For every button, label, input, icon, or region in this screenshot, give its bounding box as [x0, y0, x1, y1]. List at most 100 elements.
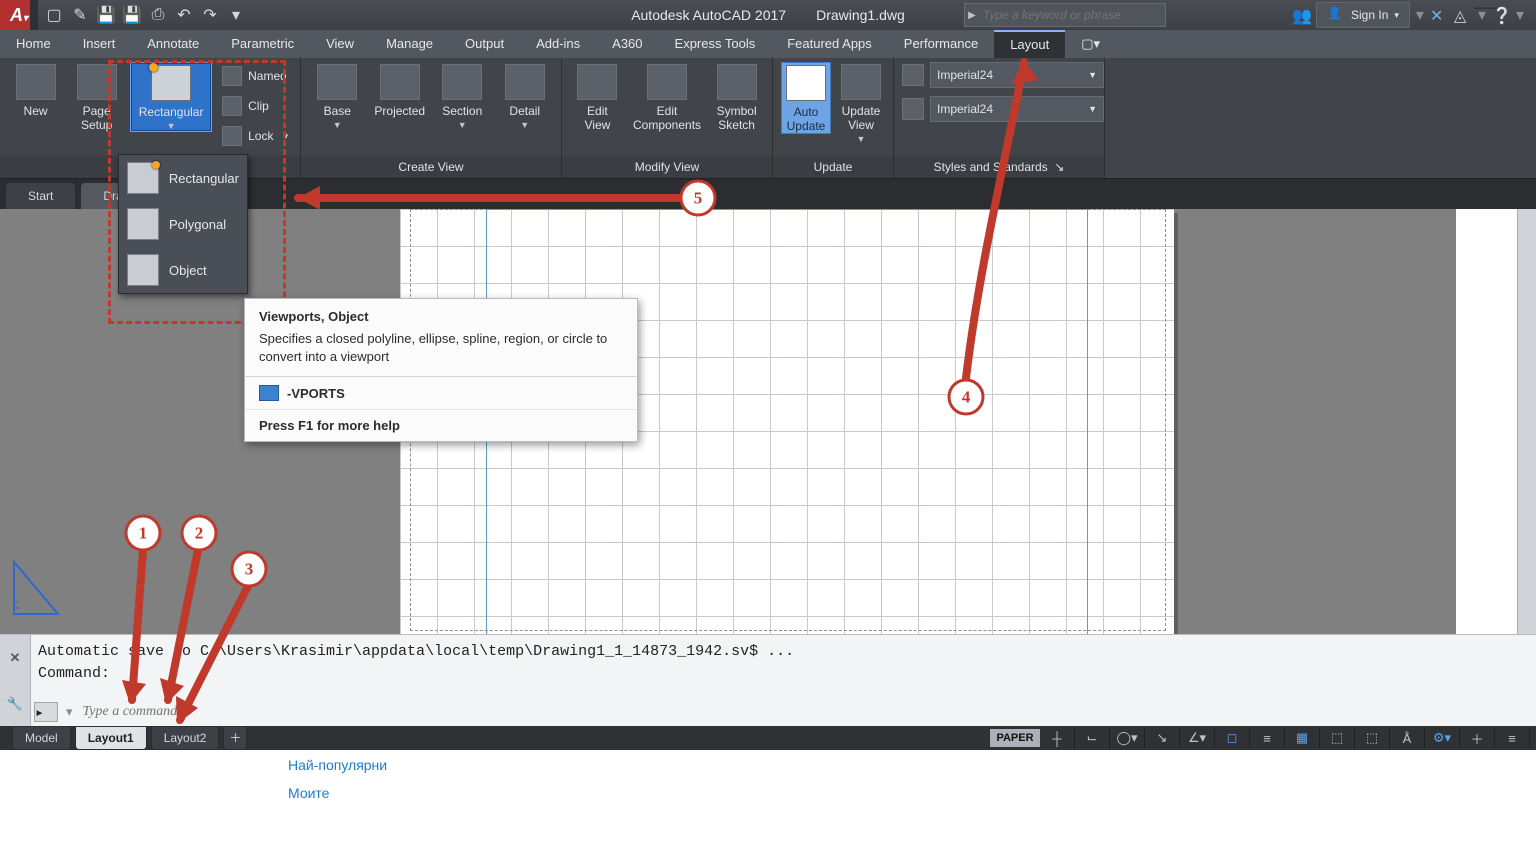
open-icon[interactable]: ✎	[70, 5, 90, 25]
snap-toggle-icon[interactable]: ⌙	[1081, 728, 1110, 748]
viewport-option-label: Rectangular	[169, 171, 239, 186]
detail-view-button[interactable]: Detail▼	[497, 62, 554, 130]
menu-parametric[interactable]: Parametric	[215, 30, 310, 58]
tab-model[interactable]: Model	[12, 727, 71, 750]
page-setup-button[interactable]: Page Setup	[69, 62, 124, 132]
viewport-option-rectangular[interactable]: Rectangular	[119, 155, 247, 201]
undo-icon[interactable]: ↶	[174, 5, 194, 25]
link-popular[interactable]: Най-популярни	[288, 757, 387, 773]
saveas-icon[interactable]: 💾	[122, 5, 142, 25]
help-search[interactable]: ▶	[964, 3, 1166, 27]
ribbon-cycle-icon[interactable]: ▢▾	[1065, 30, 1116, 58]
ucs-icon	[10, 558, 62, 618]
help-search-input[interactable]	[979, 8, 1165, 22]
add-layout-button[interactable]: ＋	[223, 727, 247, 750]
redo-icon[interactable]: ↷	[200, 5, 220, 25]
lineweight-icon[interactable]: ≡	[1256, 728, 1285, 748]
dynamic-input-icon[interactable]: ◯▾	[1116, 728, 1145, 748]
viewport-type-menu: Rectangular Polygonal Object	[118, 154, 248, 294]
cmdwin-handle[interactable]: ✕ 🔧	[0, 635, 31, 727]
menu-view[interactable]: View	[310, 30, 370, 58]
projected-view-button[interactable]: Projected	[372, 62, 429, 118]
new-icon[interactable]: ▢	[44, 5, 64, 25]
command-history: Automatic save to C:\Users\Krasimir\appd…	[38, 641, 1526, 685]
update-view-button[interactable]: Update View▼	[837, 62, 885, 144]
section-style-icon[interactable]	[902, 64, 924, 86]
auto-update-button[interactable]: Auto Update	[781, 62, 831, 134]
base-view-button[interactable]: Base▼	[309, 62, 366, 130]
menu-insert[interactable]: Insert	[67, 30, 132, 58]
menu-a360[interactable]: A360	[596, 30, 658, 58]
search-expand-icon[interactable]: ▶	[965, 10, 979, 21]
menu-annotate[interactable]: Annotate	[131, 30, 215, 58]
command-prompt-icon[interactable]: ▸	[34, 702, 58, 722]
tooltip-command-row: -VPORTS	[245, 376, 637, 409]
osnap-toggle-icon[interactable]: ◻	[1221, 728, 1250, 748]
plot-icon[interactable]: ⎙	[148, 5, 168, 25]
save-icon[interactable]: 💾	[96, 5, 116, 25]
workspace-icon[interactable]: ⚙▾	[1431, 728, 1460, 748]
signin-label: Sign In	[1351, 8, 1388, 22]
menu-home[interactable]: Home	[0, 30, 67, 58]
qat-customize-icon[interactable]: ▾	[226, 5, 246, 25]
vertical-scrollbar[interactable]	[1517, 209, 1536, 634]
detail-style-dropdown[interactable]: Imperial24▼	[930, 96, 1104, 122]
tab-layout1[interactable]: Layout1	[75, 727, 147, 750]
command-input[interactable]	[81, 703, 1526, 721]
customize-status-icon[interactable]: ≡	[1501, 728, 1530, 748]
menu-layout[interactable]: Layout	[994, 30, 1065, 58]
annotation-visibility-icon[interactable]: Å	[1396, 728, 1425, 748]
link-mine[interactable]: Моите	[288, 785, 387, 801]
lock-viewport-button[interactable]: Lock▾	[218, 124, 292, 148]
clip-viewport-button[interactable]: Clip	[218, 94, 292, 118]
ortho-toggle-icon[interactable]: ↘	[1151, 728, 1180, 748]
status-toggles: PAPER ┼ ⌙ ◯▾ ↘ ∠▾ ◻ ≡ ▦ ⬚ ⬚ Å ⚙▾ ＋ ≡	[990, 726, 1530, 750]
user-icon: 👤	[1327, 6, 1345, 24]
menu-bar: HomeInsertAnnotateParametricViewManageOu…	[0, 30, 1536, 58]
viewport-small-stack: Named Clip Lock▾	[218, 62, 292, 148]
selection-cycling-icon[interactable]: ⬚	[1326, 728, 1355, 748]
viewport-option-label: Object	[169, 263, 207, 278]
a360-icon[interactable]: ◬	[1454, 6, 1472, 24]
named-viewports-button[interactable]: Named	[218, 64, 292, 88]
section-style-dropdown[interactable]: Imperial24▼	[930, 62, 1104, 88]
annotation-scale-icon[interactable]: ⬚	[1361, 728, 1390, 748]
tooltip-title: Viewports, Object	[245, 299, 637, 330]
detail-style-icon[interactable]	[902, 98, 924, 120]
infocenter-icon[interactable]: 👥	[1292, 6, 1310, 24]
clean-screen-icon[interactable]: ＋	[1466, 728, 1495, 748]
panel-title-update: Update	[773, 156, 893, 178]
new-layout-button[interactable]: New	[8, 62, 63, 118]
title-right-cluster: 👥 👤 Sign In ▾ ▾ ✕ ◬ ▾ ❔ ▾	[1292, 0, 1536, 30]
panel-create-view: Base▼ Projected Section▼ Detail▼ Create …	[301, 58, 562, 178]
modelspace-paperspace-toggle[interactable]: PAPER	[990, 729, 1040, 747]
cmdwin-wrench-icon[interactable]: 🔧	[0, 681, 30, 727]
minimize-button[interactable]: —	[1474, 2, 1496, 12]
signin-button[interactable]: 👤 Sign In ▾	[1316, 2, 1410, 28]
menu-performance[interactable]: Performance	[888, 30, 994, 58]
tooltip-help: Press F1 for more help	[245, 409, 637, 441]
menu-express-tools[interactable]: Express Tools	[659, 30, 772, 58]
exchange-icon[interactable]: ✕	[1430, 6, 1448, 24]
command-window[interactable]: ✕ 🔧 Automatic save to C:\Users\Krasimir\…	[0, 634, 1536, 727]
menu-output[interactable]: Output	[449, 30, 520, 58]
tab-layout2[interactable]: Layout2	[151, 727, 220, 750]
transparency-icon[interactable]: ▦	[1291, 728, 1320, 748]
panel-title-styles: Styles and Standards ↘	[894, 156, 1104, 178]
viewport-option-object[interactable]: Object	[119, 247, 247, 293]
symbol-sketch-button[interactable]: Symbol Sketch	[709, 62, 764, 132]
edit-components-button[interactable]: Edit Components	[631, 62, 703, 132]
app-menu-button[interactable]: A▾	[0, 0, 38, 30]
section-view-button[interactable]: Section▼	[434, 62, 491, 130]
viewport-option-polygonal[interactable]: Polygonal	[119, 201, 247, 247]
edit-view-button[interactable]: Edit View	[570, 62, 625, 132]
menu-manage[interactable]: Manage	[370, 30, 449, 58]
file-tab-start[interactable]: Start	[6, 183, 75, 209]
polar-toggle-icon[interactable]: ∠▾	[1186, 728, 1215, 748]
cmdwin-close-icon[interactable]: ✕	[0, 635, 30, 681]
viewport-option-icon	[127, 208, 159, 240]
grid-toggle-icon[interactable]: ┼	[1046, 728, 1075, 748]
menu-add-ins[interactable]: Add-ins	[520, 30, 596, 58]
menu-featured-apps[interactable]: Featured Apps	[771, 30, 888, 58]
viewport-rectangular-button[interactable]: Rectangular ▼	[130, 62, 212, 132]
